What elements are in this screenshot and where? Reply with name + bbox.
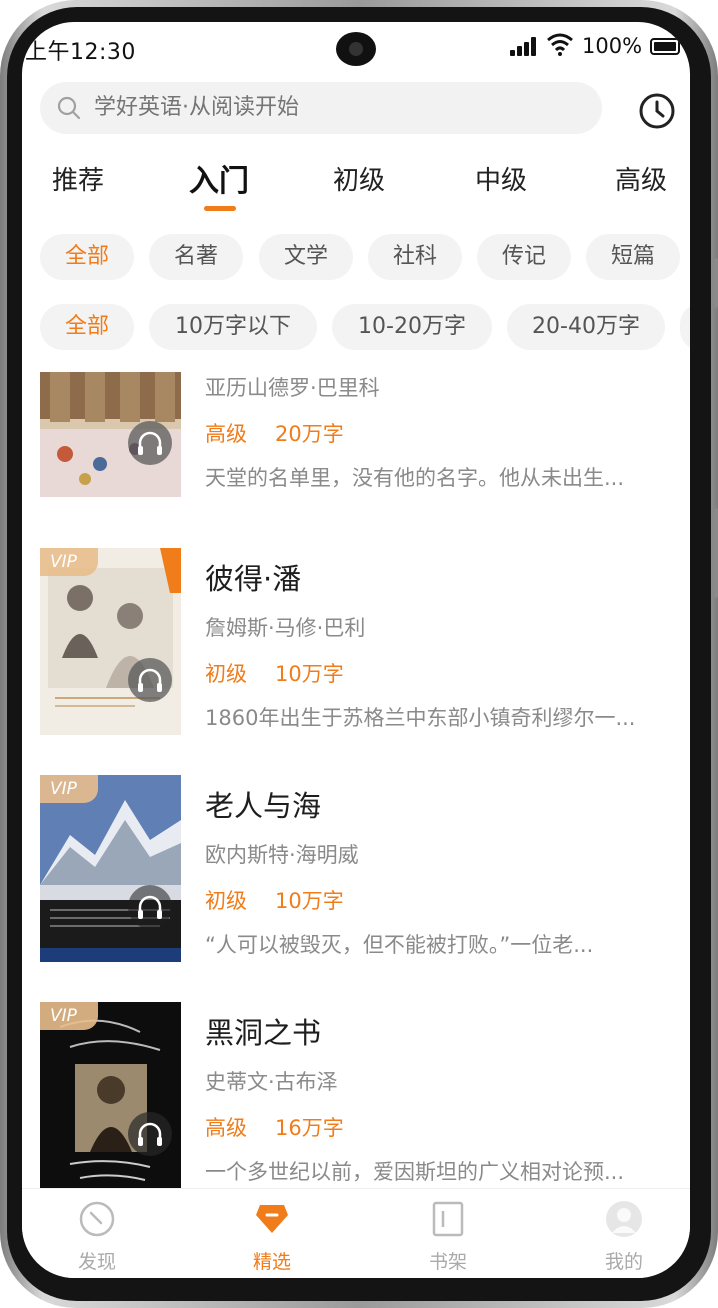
tab-elementary[interactable]: 初级 bbox=[333, 160, 385, 197]
book-title: 彼得·潘 bbox=[205, 562, 302, 596]
book-word-count: 10万字 bbox=[275, 889, 344, 913]
tab-beginner[interactable]: 入门 bbox=[189, 156, 249, 200]
book-author: 亚历山德罗·巴里科 bbox=[205, 376, 380, 400]
book-level: 高级 bbox=[205, 1116, 247, 1140]
nav-bookshelf[interactable]: 书架 bbox=[398, 1189, 498, 1278]
book-title: 黑洞之书 bbox=[205, 1016, 322, 1050]
nav-profile[interactable]: 我的 bbox=[574, 1189, 674, 1278]
battery-icon bbox=[650, 38, 680, 55]
genre-filter-social-science[interactable]: 社科 bbox=[368, 234, 462, 280]
bookshelf-icon bbox=[432, 1201, 464, 1237]
length-filter-under-100k[interactable]: 10万字以下 bbox=[149, 304, 317, 350]
power-button bbox=[714, 508, 718, 598]
length-filter-100k-200k[interactable]: 10-20万字 bbox=[332, 304, 492, 350]
book-description: 天堂的名单里，没有他的名字。他从未出生... bbox=[205, 466, 625, 490]
book-item[interactable]: 亚历山德罗·巴里科 高级 20万字 天堂的名单里，没有他的名字。他从未出生... bbox=[22, 372, 690, 525]
book-cover bbox=[40, 372, 181, 497]
book-cover: VIP bbox=[40, 775, 181, 962]
nav-label: 发现 bbox=[77, 1251, 116, 1273]
book-item[interactable]: VIP 黑洞之书 史蒂文·古布泽 高级 16万字 一个多世纪以前，爱因斯坦的广义… bbox=[22, 1002, 690, 1188]
book-title: 老人与海 bbox=[205, 789, 322, 823]
volume-up-button bbox=[714, 258, 718, 308]
front-camera bbox=[336, 32, 376, 66]
length-filter-all[interactable]: 全部 bbox=[40, 304, 134, 350]
vip-badge: VIP bbox=[40, 775, 98, 803]
search-bar[interactable] bbox=[40, 82, 602, 134]
search-input[interactable] bbox=[94, 82, 574, 134]
audio-play-button[interactable] bbox=[128, 1112, 172, 1156]
book-word-count: 20万字 bbox=[275, 422, 344, 446]
nav-featured[interactable]: 精选 bbox=[222, 1189, 322, 1278]
headphones-icon bbox=[138, 668, 162, 692]
tab-recommended[interactable]: 推荐 bbox=[52, 160, 104, 197]
status-time: 上午12:30 bbox=[25, 40, 136, 65]
avatar-icon bbox=[606, 1201, 642, 1237]
book-cover-illustration bbox=[40, 548, 181, 735]
audio-play-button[interactable] bbox=[128, 421, 172, 465]
genre-filter-all[interactable]: 全部 bbox=[40, 234, 134, 280]
book-description: 1860年出生于苏格兰中东部小镇奇利缪尔一... bbox=[205, 706, 636, 730]
book-author: 詹姆斯·马修·巴利 bbox=[205, 616, 366, 640]
genre-filter-literature[interactable]: 文学 bbox=[259, 234, 353, 280]
tab-intermediate[interactable]: 中级 bbox=[475, 160, 527, 197]
book-cover-illustration bbox=[40, 775, 181, 962]
headphones-icon bbox=[138, 895, 162, 919]
nav-label: 书架 bbox=[428, 1251, 467, 1273]
bottom-nav: 发现 精选 书架 我的 bbox=[22, 1188, 690, 1278]
wifi-icon bbox=[547, 33, 573, 56]
vip-badge: VIP bbox=[40, 1002, 98, 1030]
book-level: 初级 bbox=[205, 662, 247, 686]
nav-discover[interactable]: 发现 bbox=[47, 1189, 147, 1278]
book-level: 初级 bbox=[205, 889, 247, 913]
history-clock-icon[interactable] bbox=[638, 92, 676, 130]
genre-filter-classics[interactable]: 名著 bbox=[149, 234, 243, 280]
genre-filter-short-stories[interactable]: 短篇 bbox=[586, 234, 680, 280]
genre-filter-biography[interactable]: 传记 bbox=[477, 234, 571, 280]
app-screen: 上午12:30 100% 推荐 入门 初级 中级 高级 全部 名著 文学 社科 … bbox=[22, 22, 690, 1278]
book-list: 亚历山德罗·巴里科 高级 20万字 天堂的名单里，没有他的名字。他从未出生... bbox=[22, 372, 690, 1188]
signal-icon bbox=[510, 36, 540, 56]
book-item[interactable]: VIP 彼得·潘 詹姆斯·马修·巴利 初级 10万字 1860年出生于苏格兰中东… bbox=[22, 548, 690, 738]
headphones-icon bbox=[138, 1122, 162, 1146]
book-cover: VIP bbox=[40, 548, 181, 735]
vip-badge: VIP bbox=[40, 548, 98, 576]
tab-advanced[interactable]: 高级 bbox=[615, 160, 667, 197]
compass-icon bbox=[79, 1201, 115, 1237]
audio-play-button[interactable] bbox=[128, 658, 172, 702]
audio-play-button[interactable] bbox=[128, 885, 172, 929]
headphones-icon bbox=[138, 431, 162, 455]
diamond-icon bbox=[256, 1205, 288, 1233]
book-description: 一个多世纪以前，爱因斯坦的广义相对论预... bbox=[205, 1160, 625, 1184]
length-filter-more[interactable] bbox=[680, 304, 690, 350]
search-icon bbox=[57, 96, 81, 120]
book-level: 高级 bbox=[205, 422, 247, 446]
book-author: 欧内斯特·海明威 bbox=[205, 843, 359, 867]
book-word-count: 16万字 bbox=[275, 1116, 344, 1140]
book-word-count: 10万字 bbox=[275, 662, 344, 686]
book-description: “人可以被毁灭，但不能被打败。”一位老... bbox=[205, 933, 594, 957]
book-cover: VIP bbox=[40, 1002, 181, 1188]
book-item[interactable]: VIP 老人与海 欧内斯特·海明威 初级 10万字 “人可以被毁灭，但不能被打败… bbox=[22, 775, 690, 965]
battery-percent: 100% bbox=[582, 34, 643, 58]
nav-label: 精选 bbox=[252, 1251, 291, 1273]
nav-label: 我的 bbox=[604, 1251, 643, 1273]
book-author: 史蒂文·古布泽 bbox=[205, 1070, 338, 1094]
active-tab-indicator bbox=[204, 206, 236, 211]
length-filter-200k-400k[interactable]: 20-40万字 bbox=[507, 304, 665, 350]
